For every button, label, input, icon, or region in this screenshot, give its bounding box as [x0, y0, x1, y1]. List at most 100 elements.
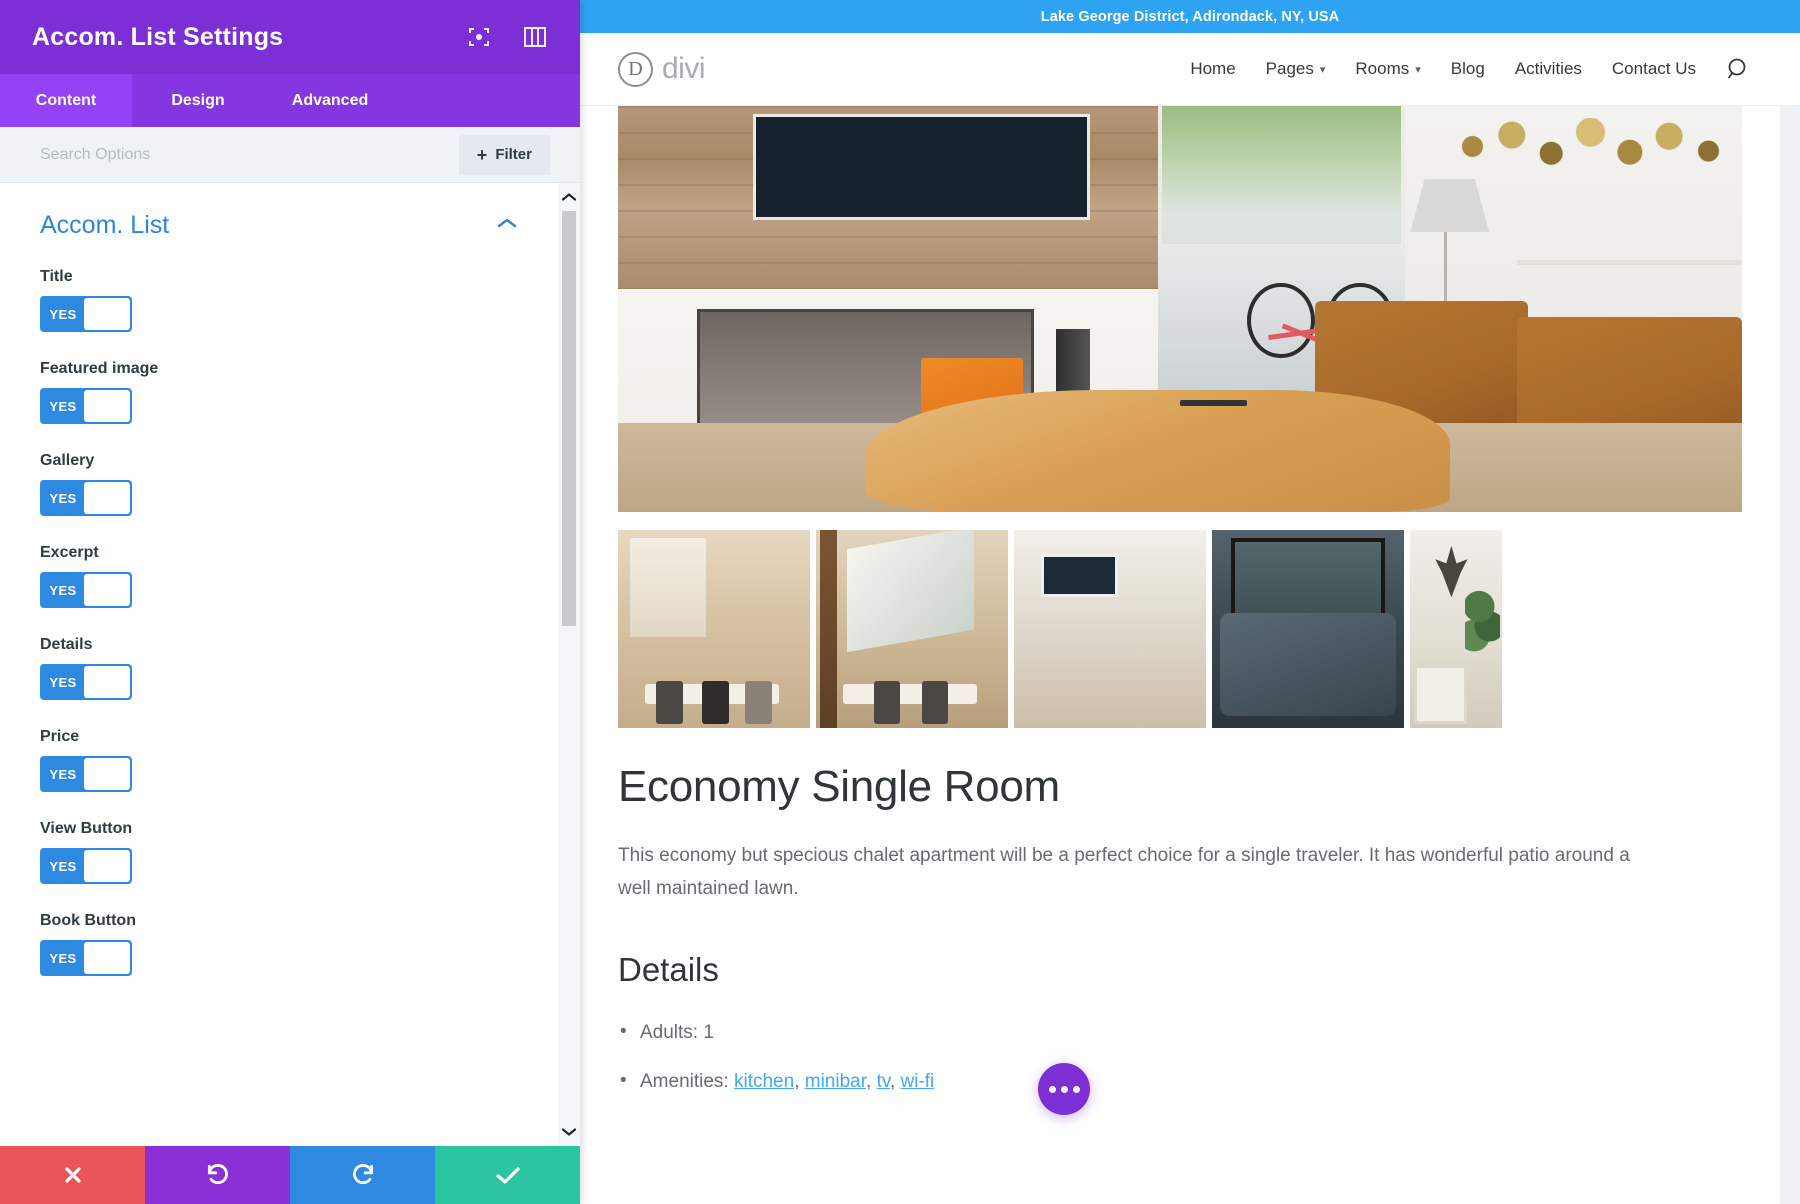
option-label-view-button: View Button	[40, 820, 518, 838]
gallery-thumb-grey-sofa[interactable]	[1212, 530, 1404, 728]
search-options-input[interactable]	[40, 146, 459, 164]
gallery-thumb-attic-dining[interactable]	[816, 530, 1008, 728]
details-heading: Details	[618, 951, 1742, 989]
toggle-gallery-value: YES	[42, 482, 84, 514]
site-navigation-bar: D divi Home Pages ▾ Rooms ▾ Blog	[580, 33, 1800, 106]
toggle-featured-image-value: YES	[42, 390, 84, 422]
dining-table	[843, 684, 977, 704]
settings-panel-title: Accom. List Settings	[32, 23, 466, 52]
room-content: Economy Single Room This economy but spe…	[580, 728, 1780, 1096]
website-preview: Lake George District, Adirondack, NY, US…	[580, 0, 1800, 1204]
toggle-view-button-value: YES	[42, 850, 84, 882]
discard-button[interactable]	[0, 1146, 145, 1204]
nav-item-rooms[interactable]: Rooms ▾	[1355, 59, 1420, 79]
detail-label-adults: Adults:	[640, 1022, 698, 1043]
scroll-up-chevron-icon[interactable]	[561, 183, 577, 211]
toggle-knob	[84, 850, 130, 882]
wall-shelf	[1517, 260, 1742, 265]
detail-value-adults: 1	[703, 1022, 714, 1043]
search-options-row: + Filter	[0, 127, 580, 183]
nav-item-blog[interactable]: Blog	[1451, 59, 1485, 79]
toggle-knob	[84, 298, 130, 330]
split-layout-icon[interactable]	[522, 24, 548, 50]
redo-button[interactable]	[290, 1146, 435, 1204]
toggle-knob	[84, 758, 130, 790]
divi-menu-button[interactable]	[1038, 1063, 1090, 1115]
nav-item-home[interactable]: Home	[1190, 59, 1235, 79]
wood-slab-table	[865, 390, 1449, 512]
toggle-book-button-value: YES	[42, 942, 84, 974]
nav-item-activities[interactable]: Activities	[1515, 59, 1582, 79]
scrollbar-track[interactable]	[562, 211, 576, 1118]
potted-plant	[1465, 570, 1500, 661]
undo-arrow-icon	[205, 1162, 231, 1188]
toggle-featured-image[interactable]: YES	[40, 388, 132, 424]
bicycle-wheel	[1247, 283, 1314, 358]
gallery-thumb-dining-room[interactable]	[618, 530, 810, 728]
tab-content[interactable]: Content	[0, 74, 132, 127]
toggle-details-value: YES	[42, 666, 84, 698]
amenity-link-wifi[interactable]: wi-fi	[901, 1071, 935, 1092]
gallery-thumb-fireplace-decor[interactable]	[1410, 530, 1502, 728]
toggle-view-button[interactable]: YES	[40, 848, 132, 884]
option-label-title: Title	[40, 268, 518, 286]
toggle-knob	[84, 942, 130, 974]
option-label-excerpt: Excerpt	[40, 544, 518, 562]
ellipsis-dot	[1073, 1086, 1080, 1093]
amenity-link-tv[interactable]: tv	[877, 1071, 890, 1092]
image-gallery	[580, 512, 1780, 728]
tab-design[interactable]: Design	[132, 74, 264, 127]
option-label-price: Price	[40, 728, 518, 746]
toggle-price[interactable]: YES	[40, 756, 132, 792]
settings-panel-header: Accom. List Settings	[0, 0, 580, 74]
settings-scroll-area: Accom. List Title YES Featured i	[0, 183, 558, 1146]
scrollbar-thumb[interactable]	[562, 211, 576, 626]
ellipsis-dot	[1049, 1086, 1056, 1093]
option-row-featured-image: Featured image YES	[40, 360, 518, 424]
detail-item-adults: Adults: 1	[618, 1019, 1742, 1048]
nav-item-home-label: Home	[1190, 59, 1235, 79]
site-logo[interactable]: D divi	[618, 52, 705, 87]
option-label-gallery: Gallery	[40, 452, 518, 470]
undo-button[interactable]	[145, 1146, 290, 1204]
toggle-details[interactable]: YES	[40, 664, 132, 700]
plus-icon: +	[477, 146, 488, 164]
gallery-thumb-living-room-tv[interactable]	[1014, 530, 1206, 728]
nav-item-contact-us[interactable]: Contact Us	[1612, 59, 1696, 79]
amenity-link-minibar[interactable]: minibar	[805, 1071, 866, 1092]
divi-logo-text: divi	[662, 52, 705, 86]
toggle-title[interactable]: YES	[40, 296, 132, 332]
search-icon[interactable]	[1726, 56, 1752, 82]
option-label-featured-image: Featured image	[40, 360, 518, 378]
window	[630, 538, 707, 637]
chair	[745, 681, 772, 725]
comma: ,	[866, 1071, 871, 1092]
option-row-view-button: View Button YES	[40, 820, 518, 884]
divi-logo-mark-icon: D	[618, 52, 653, 87]
filter-button[interactable]: + Filter	[459, 135, 550, 175]
toggle-gallery[interactable]: YES	[40, 480, 132, 516]
nav-item-pages[interactable]: Pages ▾	[1266, 59, 1326, 79]
comma: ,	[794, 1071, 799, 1092]
scroll-down-chevron-icon[interactable]	[558, 1118, 580, 1146]
close-x-icon	[61, 1163, 85, 1187]
tab-advanced[interactable]: Advanced	[264, 74, 396, 127]
option-label-details: Details	[40, 636, 518, 654]
settings-footer-actions	[0, 1146, 580, 1204]
site-page-content: Economy Single Room This economy but spe…	[580, 106, 1780, 1204]
toggle-excerpt[interactable]: YES	[40, 572, 132, 608]
toggle-book-button[interactable]: YES	[40, 940, 132, 976]
room-title: Economy Single Room	[618, 762, 1742, 812]
accom-list-section-header[interactable]: Accom. List	[40, 211, 518, 240]
featured-image[interactable]	[618, 106, 1742, 512]
save-button[interactable]	[435, 1146, 580, 1204]
chair	[656, 681, 683, 725]
site-top-bar: Lake George District, Adirondack, NY, US…	[580, 0, 1800, 33]
chevron-up-icon[interactable]	[496, 216, 518, 235]
settings-scrollbar[interactable]	[558, 183, 580, 1146]
amenity-link-kitchen[interactable]: kitchen	[734, 1071, 794, 1092]
chevron-down-icon: ▾	[1320, 63, 1326, 76]
option-row-book-button: Book Button YES	[40, 912, 518, 976]
wall-art-discs	[1450, 118, 1731, 175]
focus-target-icon[interactable]	[466, 24, 492, 50]
